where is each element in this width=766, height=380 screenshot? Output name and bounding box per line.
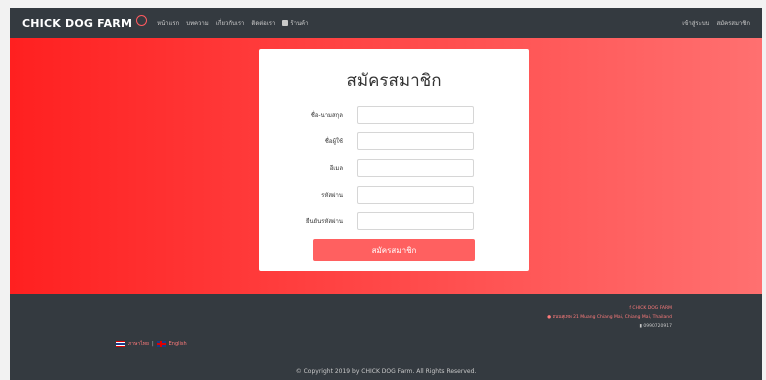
register-card: สมัครสมาชิก ชื่อ-นามสกุล ชื่อผู้ใช้ อีเม…: [259, 49, 529, 271]
register-button[interactable]: สมัครสมาชิก: [313, 239, 475, 261]
lang-thai-link[interactable]: ภาษาไทย: [128, 340, 149, 348]
map-pin-icon: ●: [547, 315, 552, 320]
copyright-text: © Copyright 2019 by CHICK DOG Farm. All …: [295, 368, 477, 375]
username-input[interactable]: [357, 132, 474, 150]
footer-phone-text: 0990720917: [643, 324, 672, 329]
email-input[interactable]: [357, 159, 474, 177]
nav-link-about[interactable]: เกี่ยวกับเรา: [216, 18, 245, 28]
password-row: รหัสผ่าน: [259, 186, 529, 204]
footer-facebook-label: CHICK DOG FARM: [632, 306, 672, 311]
username-row: ชื่อผู้ใช้: [259, 132, 529, 150]
register-link[interactable]: สมัครสมาชิก: [716, 18, 750, 28]
confirm-password-row: ยืนยันรหัสผ่าน: [259, 212, 529, 230]
language-switcher: ภาษาไทย | English: [116, 340, 187, 348]
shop-label: ร้านค้า: [290, 20, 309, 27]
fullname-label: ชื่อ-นามสกุล: [310, 112, 343, 119]
footer-contact: f CHICK DOG FARM ● ถนนสุเทพ 21 Muang Chi…: [547, 304, 672, 331]
login-link[interactable]: เข้าสู่ระบบ: [682, 18, 709, 28]
nav-link-shop[interactable]: ร้านค้า: [282, 18, 308, 28]
ring-logo-icon: [136, 14, 148, 26]
facebook-icon: f: [629, 306, 631, 311]
footer: f CHICK DOG FARM ● ถนนสุเทพ 21 Muang Chi…: [10, 294, 762, 380]
brand-logo[interactable]: CHICK DOG FARM: [22, 14, 148, 30]
footer-address: ● ถนนสุเทพ 21 Muang Chiang Mai, Chiang M…: [547, 313, 672, 322]
footer-phone: ▮ 0990720917: [547, 322, 672, 331]
footer-facebook-link[interactable]: f CHICK DOG FARM: [547, 304, 672, 313]
nav-link-articles[interactable]: บทความ: [186, 18, 208, 28]
nav-link-contact[interactable]: ติดต่อเรา: [251, 18, 275, 28]
uk-flag-icon: [156, 341, 166, 347]
fullname-row: ชื่อ-นามสกุล: [259, 106, 529, 124]
phone-icon: ▮: [639, 324, 642, 329]
password-input[interactable]: [357, 186, 474, 204]
nav-link-home[interactable]: หน้าแรก: [157, 18, 179, 28]
lang-english-link[interactable]: English: [169, 341, 187, 347]
page-title: สมัครสมาชิก: [346, 71, 442, 91]
footer-address-text: ถนนสุเทพ 21 Muang Chiang Mai, Chiang Mai…: [552, 315, 672, 320]
thai-flag-icon: [116, 341, 125, 347]
top-navbar: CHICK DOG FARM หน้าแรก บทความ เกี่ยวกับเ…: [10, 8, 762, 38]
shop-facebook-icon: [282, 20, 289, 26]
username-label: ชื่อผู้ใช้: [324, 138, 343, 145]
fullname-input[interactable]: [357, 106, 474, 124]
lang-separator: |: [151, 341, 154, 347]
brand-name[interactable]: CHICK DOG FARM: [22, 17, 132, 30]
password-label: รหัสผ่าน: [321, 192, 343, 199]
nav-right: เข้าสู่ระบบ สมัครสมาชิก: [682, 18, 750, 28]
confirm-password-label: ยืนยันรหัสผ่าน: [305, 218, 343, 225]
email-row: อีเมล: [259, 159, 529, 177]
email-label: อีเมล: [329, 165, 343, 172]
nav-links: หน้าแรก บทความ เกี่ยวกับเรา ติดต่อเรา ร้…: [157, 18, 308, 28]
confirm-password-input[interactable]: [357, 212, 474, 230]
